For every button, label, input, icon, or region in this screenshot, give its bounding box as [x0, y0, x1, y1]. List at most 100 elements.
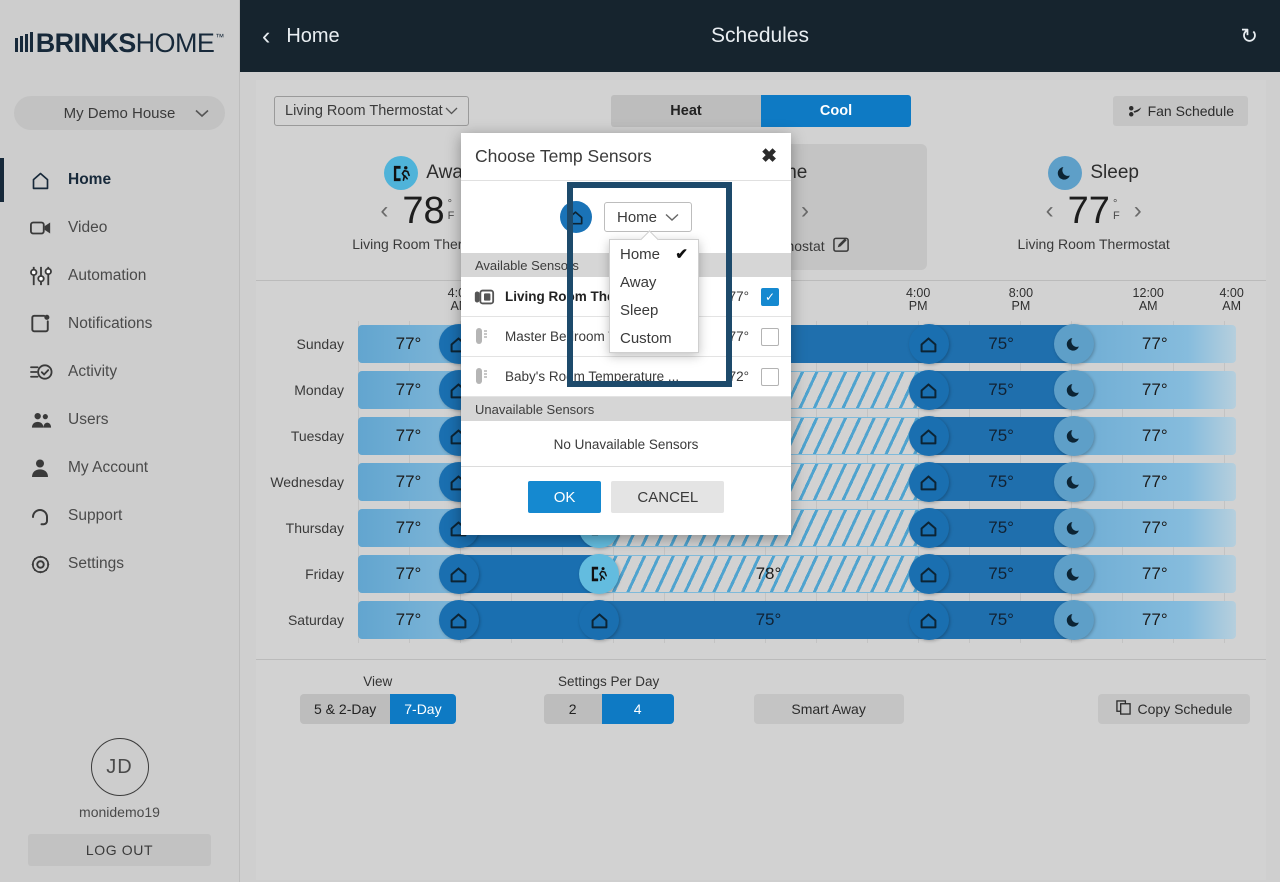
sidebar-item-settings[interactable]: Settings [0, 540, 239, 588]
sidebar-item-activity[interactable]: Activity [0, 348, 239, 396]
segment-sleep-night[interactable]: 77° [1073, 601, 1236, 639]
marker-sleep[interactable] [1053, 600, 1094, 640]
segment-sleep-night[interactable]: 77° [1073, 371, 1236, 409]
marker-sleep[interactable] [1053, 554, 1094, 594]
view-label: View [363, 674, 393, 689]
segment-sleep-night[interactable]: 77° [1073, 555, 1236, 593]
sidebar-item-label: Notifications [68, 315, 153, 332]
sidebar-item-label: Automation [68, 267, 147, 284]
smart-away-button[interactable]: Smart Away [753, 694, 904, 724]
sidebar-nav: Home Video Automation Notifications Acti… [0, 156, 239, 738]
trademark-symbol: ™ [215, 31, 225, 42]
running-person-icon [384, 156, 419, 190]
copy-schedule-button[interactable]: Copy Schedule [1098, 694, 1250, 724]
chevron-down-icon [665, 209, 679, 226]
sensor-checkbox[interactable] [761, 367, 779, 386]
marker-home-evening[interactable] [908, 554, 949, 594]
edit-icon[interactable] [832, 236, 850, 256]
decrement-temp-button[interactable]: ‹ [1032, 197, 1068, 225]
marker-home-evening[interactable] [908, 324, 949, 364]
sensor-checkbox[interactable]: ✓ [761, 287, 779, 306]
refresh-icon[interactable]: ↻ [1240, 24, 1258, 49]
close-icon[interactable]: ✖ [761, 145, 777, 168]
sidebar-item-my-account[interactable]: My Account [0, 444, 239, 492]
decrement-temp-button[interactable]: ‹ [366, 197, 402, 225]
brand-light: HOME [135, 27, 215, 58]
dropdown-item-sleep[interactable]: Sleep [610, 296, 698, 324]
heat-tab[interactable]: Heat [611, 95, 761, 127]
back-button[interactable]: ‹ Home [262, 23, 340, 49]
segment-home-evening[interactable]: 75° [928, 325, 1074, 363]
segment-home-day[interactable]: 75° [599, 601, 938, 639]
chevron-down-icon [195, 105, 209, 122]
avatar: JD [90, 738, 149, 796]
marker-home-morning[interactable] [438, 600, 479, 640]
marker-home-evening[interactable] [908, 508, 949, 548]
segment-home-evening[interactable]: 75° [928, 417, 1074, 455]
day-label: Tuesday [290, 428, 344, 444]
temp-unit: °F [447, 198, 455, 222]
table-row[interactable]: Friday 77° 78° 75° 77° [256, 551, 1236, 597]
cool-tab[interactable]: Cool [761, 95, 911, 127]
segment-sleep-night[interactable]: 77° [1073, 509, 1236, 547]
sensor-checkbox[interactable] [761, 327, 779, 346]
setpoint-card-sleep[interactable]: Sleep ‹ 77 ° F › Living Room Thermostat [927, 144, 1260, 270]
marker-sleep[interactable] [1053, 370, 1094, 410]
marker-home-morning[interactable] [438, 554, 479, 594]
marker-home-evening[interactable] [908, 600, 949, 640]
dialog-cancel-button[interactable]: CANCEL [611, 481, 725, 513]
increment-temp-button[interactable]: › [787, 197, 823, 225]
day-track[interactable]: 77°75°75°77° [358, 597, 1236, 643]
settings-option-4[interactable]: 4 [601, 694, 674, 724]
increment-temp-button[interactable]: › [1120, 197, 1156, 225]
segment-home-evening[interactable]: 75° [928, 371, 1074, 409]
view-option-5-2-day[interactable]: 5 & 2-Day [300, 694, 391, 724]
ok-button[interactable]: OK [527, 481, 602, 513]
marker-home-evening[interactable] [908, 416, 949, 456]
segment-home-evening[interactable]: 75° [928, 463, 1074, 501]
sidebar-item-automation[interactable]: Automation [0, 252, 239, 300]
sidebar-item-support[interactable]: Support [0, 492, 239, 540]
segment-home-evening[interactable]: 75° [928, 555, 1074, 593]
dialog-actions: OK CANCEL [461, 467, 791, 529]
marker-sleep[interactable] [1053, 416, 1094, 456]
sensor-temp: 77° [728, 329, 749, 344]
segment-sleep-night[interactable]: 77° [1073, 463, 1236, 501]
settings-option-2[interactable]: 2 [543, 694, 602, 724]
marker-sleep[interactable] [1053, 324, 1094, 364]
sidebar-item-notifications[interactable]: Notifications [0, 300, 239, 348]
logout-button[interactable]: LOG OUT [28, 834, 211, 866]
gear-icon [30, 554, 58, 575]
marker-home-evening[interactable] [908, 370, 949, 410]
segment-home-evening[interactable]: 75° [928, 509, 1074, 547]
house-selector[interactable]: My Demo House [14, 96, 225, 130]
fan-schedule-button[interactable]: Fan Schedule [1112, 96, 1248, 126]
dropdown-item-custom[interactable]: Custom [610, 324, 698, 352]
marker-home-evening[interactable] [908, 462, 949, 502]
thermometer-icon [473, 367, 505, 387]
dropdown-item-away[interactable]: Away [610, 268, 698, 296]
back-label: Home [286, 24, 340, 47]
segment-sleep-night[interactable]: 77° [1073, 325, 1236, 363]
sidebar-item-label: My Account [68, 459, 149, 476]
thermostat-selector[interactable]: Living Room Thermostat [274, 96, 469, 126]
users-icon [30, 411, 58, 429]
user-box: JD monidemo19 LOG OUT [0, 738, 239, 882]
marker-sleep[interactable] [1053, 508, 1094, 548]
segment-home-evening[interactable]: 75° [928, 601, 1074, 639]
table-row[interactable]: Saturday 77° 75° 75° 77° [256, 597, 1236, 643]
sidebar-item-users[interactable]: Users [0, 396, 239, 444]
segment-sleep-night[interactable]: 77° [1073, 417, 1236, 455]
segment-away[interactable]: 78° [599, 555, 938, 593]
sidebar-item-home[interactable]: Home [0, 156, 239, 204]
sidebar-item-video[interactable]: Video [0, 204, 239, 252]
view-option-7-day[interactable]: 7-Day [390, 694, 456, 724]
mode-dropdown-trigger[interactable]: Home [603, 202, 692, 232]
tick-period: AM [1222, 299, 1241, 314]
sidebar-item-label: Settings [68, 555, 125, 572]
marker-sleep[interactable] [1053, 462, 1094, 502]
sensor-row[interactable]: Baby's Room Temperature ... 72° [461, 357, 791, 397]
day-track[interactable]: 77°78°75°77° [358, 551, 1236, 597]
dropdown-item-home[interactable]: Home ✔ [610, 240, 698, 268]
dropdown-item-label: Away [620, 273, 657, 291]
